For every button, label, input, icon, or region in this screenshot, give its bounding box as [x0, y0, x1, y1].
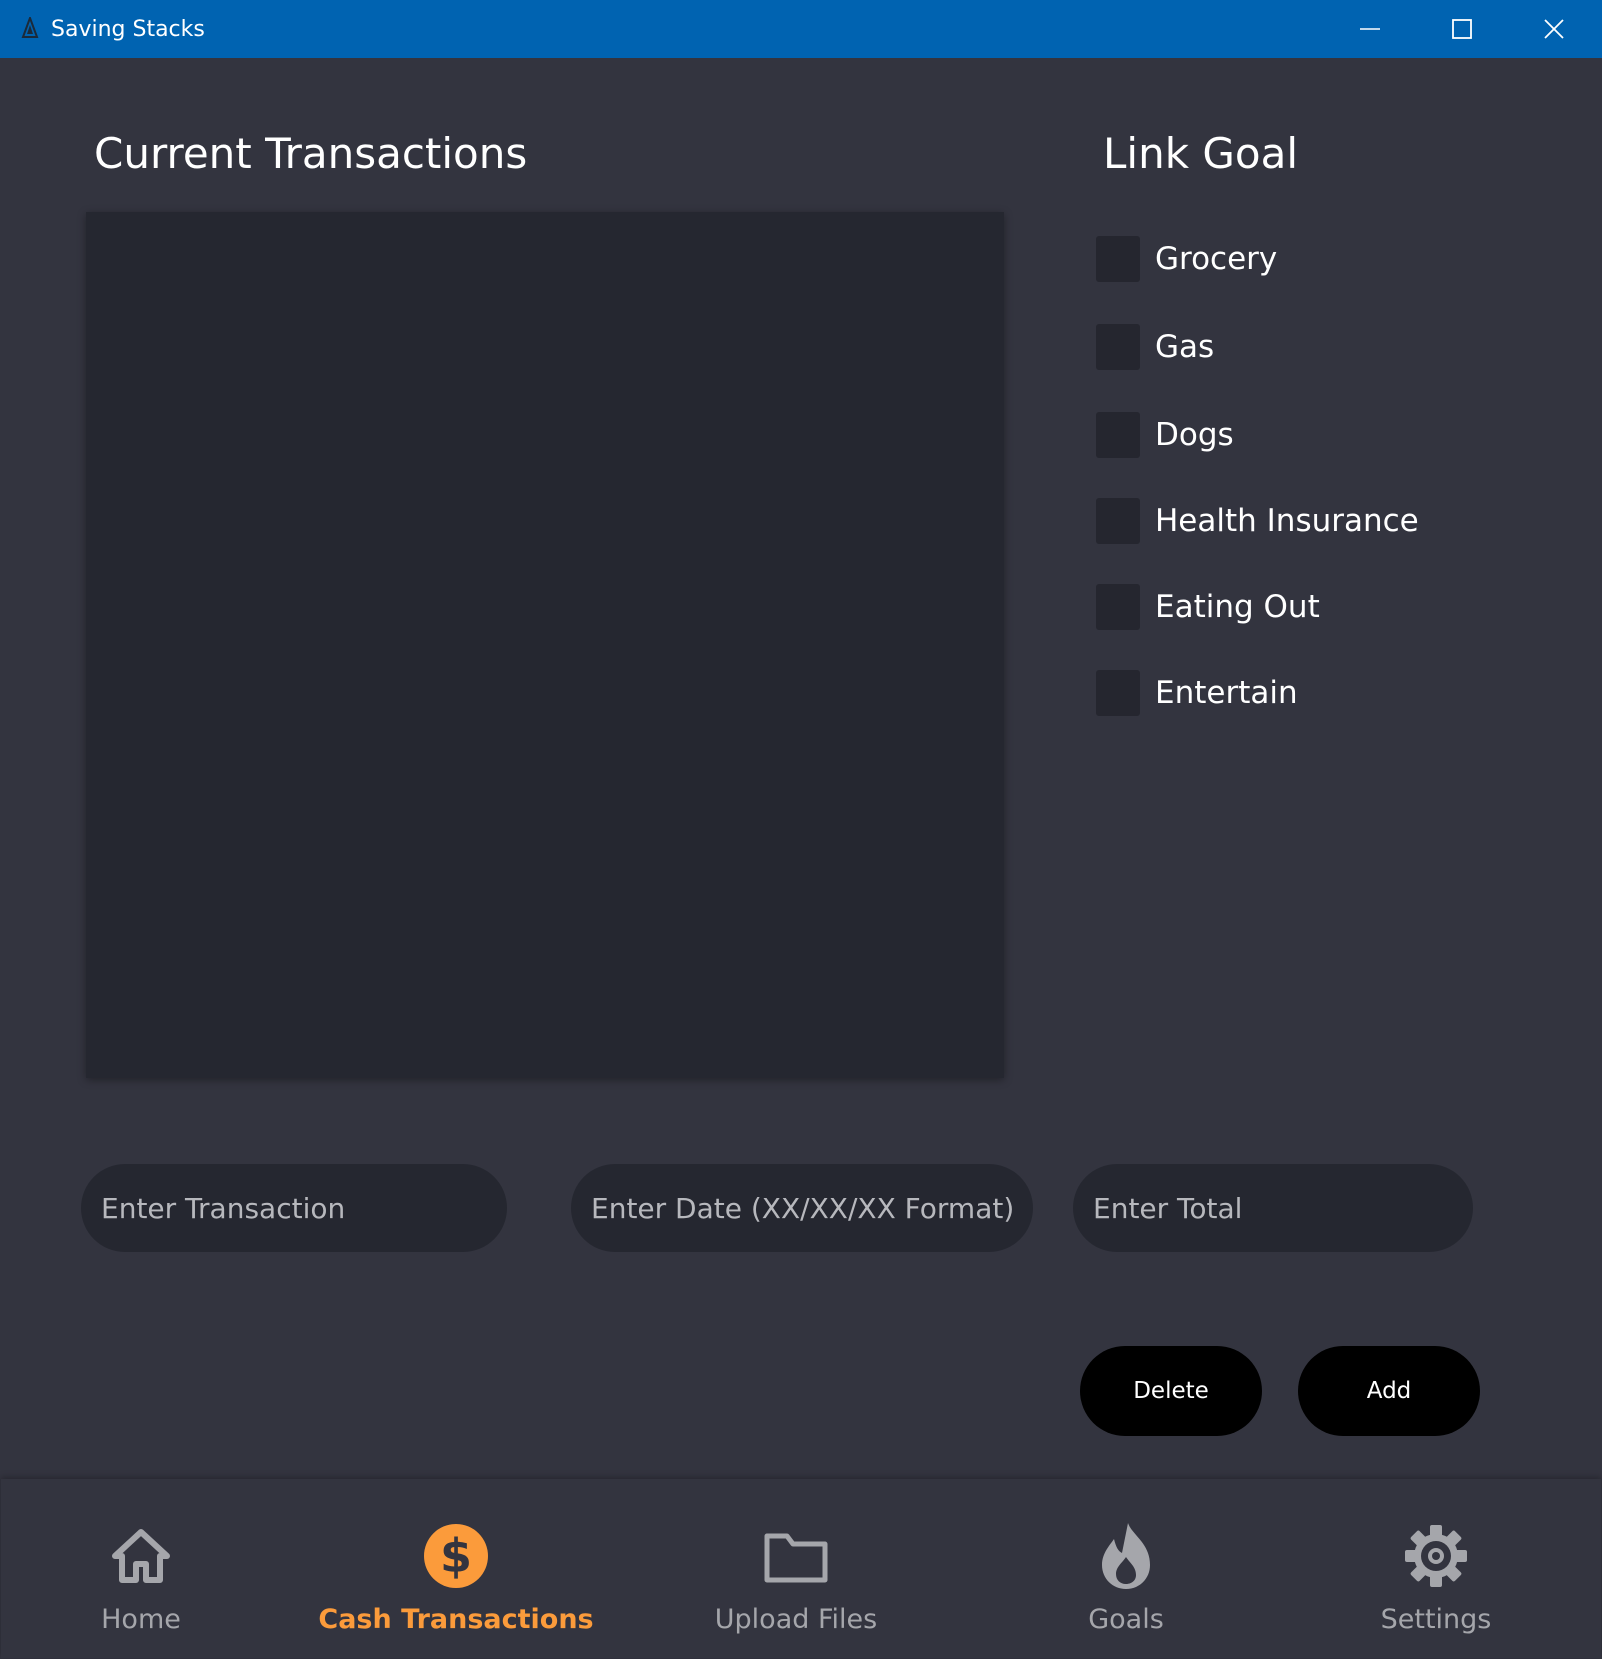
- bottom-navigation: Home $ Cash Transactions Upload Files Go…: [1, 1479, 1601, 1658]
- flame-icon: [1091, 1521, 1161, 1591]
- nav-settings[interactable]: Settings: [1381, 1479, 1491, 1658]
- goal-option-dogs[interactable]: Dogs: [1096, 412, 1234, 458]
- transaction-input[interactable]: [81, 1164, 507, 1252]
- minimize-button[interactable]: [1324, 0, 1416, 58]
- maximize-button[interactable]: [1416, 0, 1508, 58]
- nav-label: Cash Transactions: [318, 1604, 594, 1635]
- nav-label: Home: [101, 1604, 181, 1635]
- health-insurance-checkbox[interactable]: [1096, 498, 1140, 544]
- delete-button[interactable]: Delete: [1080, 1346, 1262, 1436]
- nav-label: Upload Files: [714, 1604, 878, 1635]
- home-icon: [106, 1521, 176, 1591]
- goal-label: Grocery: [1155, 241, 1278, 277]
- date-input[interactable]: [571, 1164, 1033, 1252]
- close-button[interactable]: [1508, 0, 1600, 58]
- goal-label: Entertain: [1155, 675, 1298, 711]
- goal-option-health-insurance[interactable]: Health Insurance: [1096, 498, 1419, 544]
- nav-cash-transactions[interactable]: $ Cash Transactions: [318, 1479, 594, 1658]
- add-button[interactable]: Add: [1298, 1346, 1480, 1436]
- goal-option-entertain[interactable]: Entertain: [1096, 670, 1298, 716]
- goal-option-gas[interactable]: Gas: [1096, 324, 1214, 370]
- nav-goals[interactable]: Goals: [1076, 1479, 1176, 1658]
- transactions-list[interactable]: [86, 212, 1004, 1078]
- eating-out-checkbox[interactable]: [1096, 584, 1140, 630]
- goal-option-grocery[interactable]: Grocery: [1096, 236, 1277, 282]
- grocery-checkbox[interactable]: [1096, 236, 1140, 282]
- folder-icon: [761, 1521, 831, 1591]
- svg-text:$: $: [440, 1529, 472, 1583]
- gas-checkbox[interactable]: [1096, 324, 1140, 370]
- minimize-icon: [1360, 28, 1380, 30]
- dollar-icon: $: [421, 1521, 491, 1591]
- goal-label: Dogs: [1155, 417, 1234, 453]
- goal-option-eating-out[interactable]: Eating Out: [1096, 584, 1320, 630]
- window-title: Saving Stacks: [51, 17, 205, 42]
- dogs-checkbox[interactable]: [1096, 412, 1140, 458]
- total-input[interactable]: [1073, 1164, 1473, 1252]
- app-logo-icon: [20, 15, 40, 39]
- goal-label: Eating Out: [1155, 589, 1320, 625]
- transactions-heading: Current Transactions: [94, 129, 528, 178]
- gear-icon: [1401, 1521, 1471, 1591]
- link-goal-heading: Link Goal: [1103, 129, 1299, 178]
- nav-label: Goals: [1088, 1604, 1164, 1635]
- entertain-checkbox[interactable]: [1096, 670, 1140, 716]
- maximize-icon: [1452, 19, 1472, 39]
- nav-label: Settings: [1380, 1604, 1492, 1635]
- title-bar: Saving Stacks: [0, 0, 1602, 58]
- goal-label: Health Insurance: [1155, 503, 1419, 539]
- close-icon: [1544, 19, 1564, 39]
- nav-home[interactable]: Home: [86, 1479, 196, 1658]
- goal-label: Gas: [1155, 329, 1215, 365]
- nav-upload-files[interactable]: Upload Files: [714, 1479, 878, 1658]
